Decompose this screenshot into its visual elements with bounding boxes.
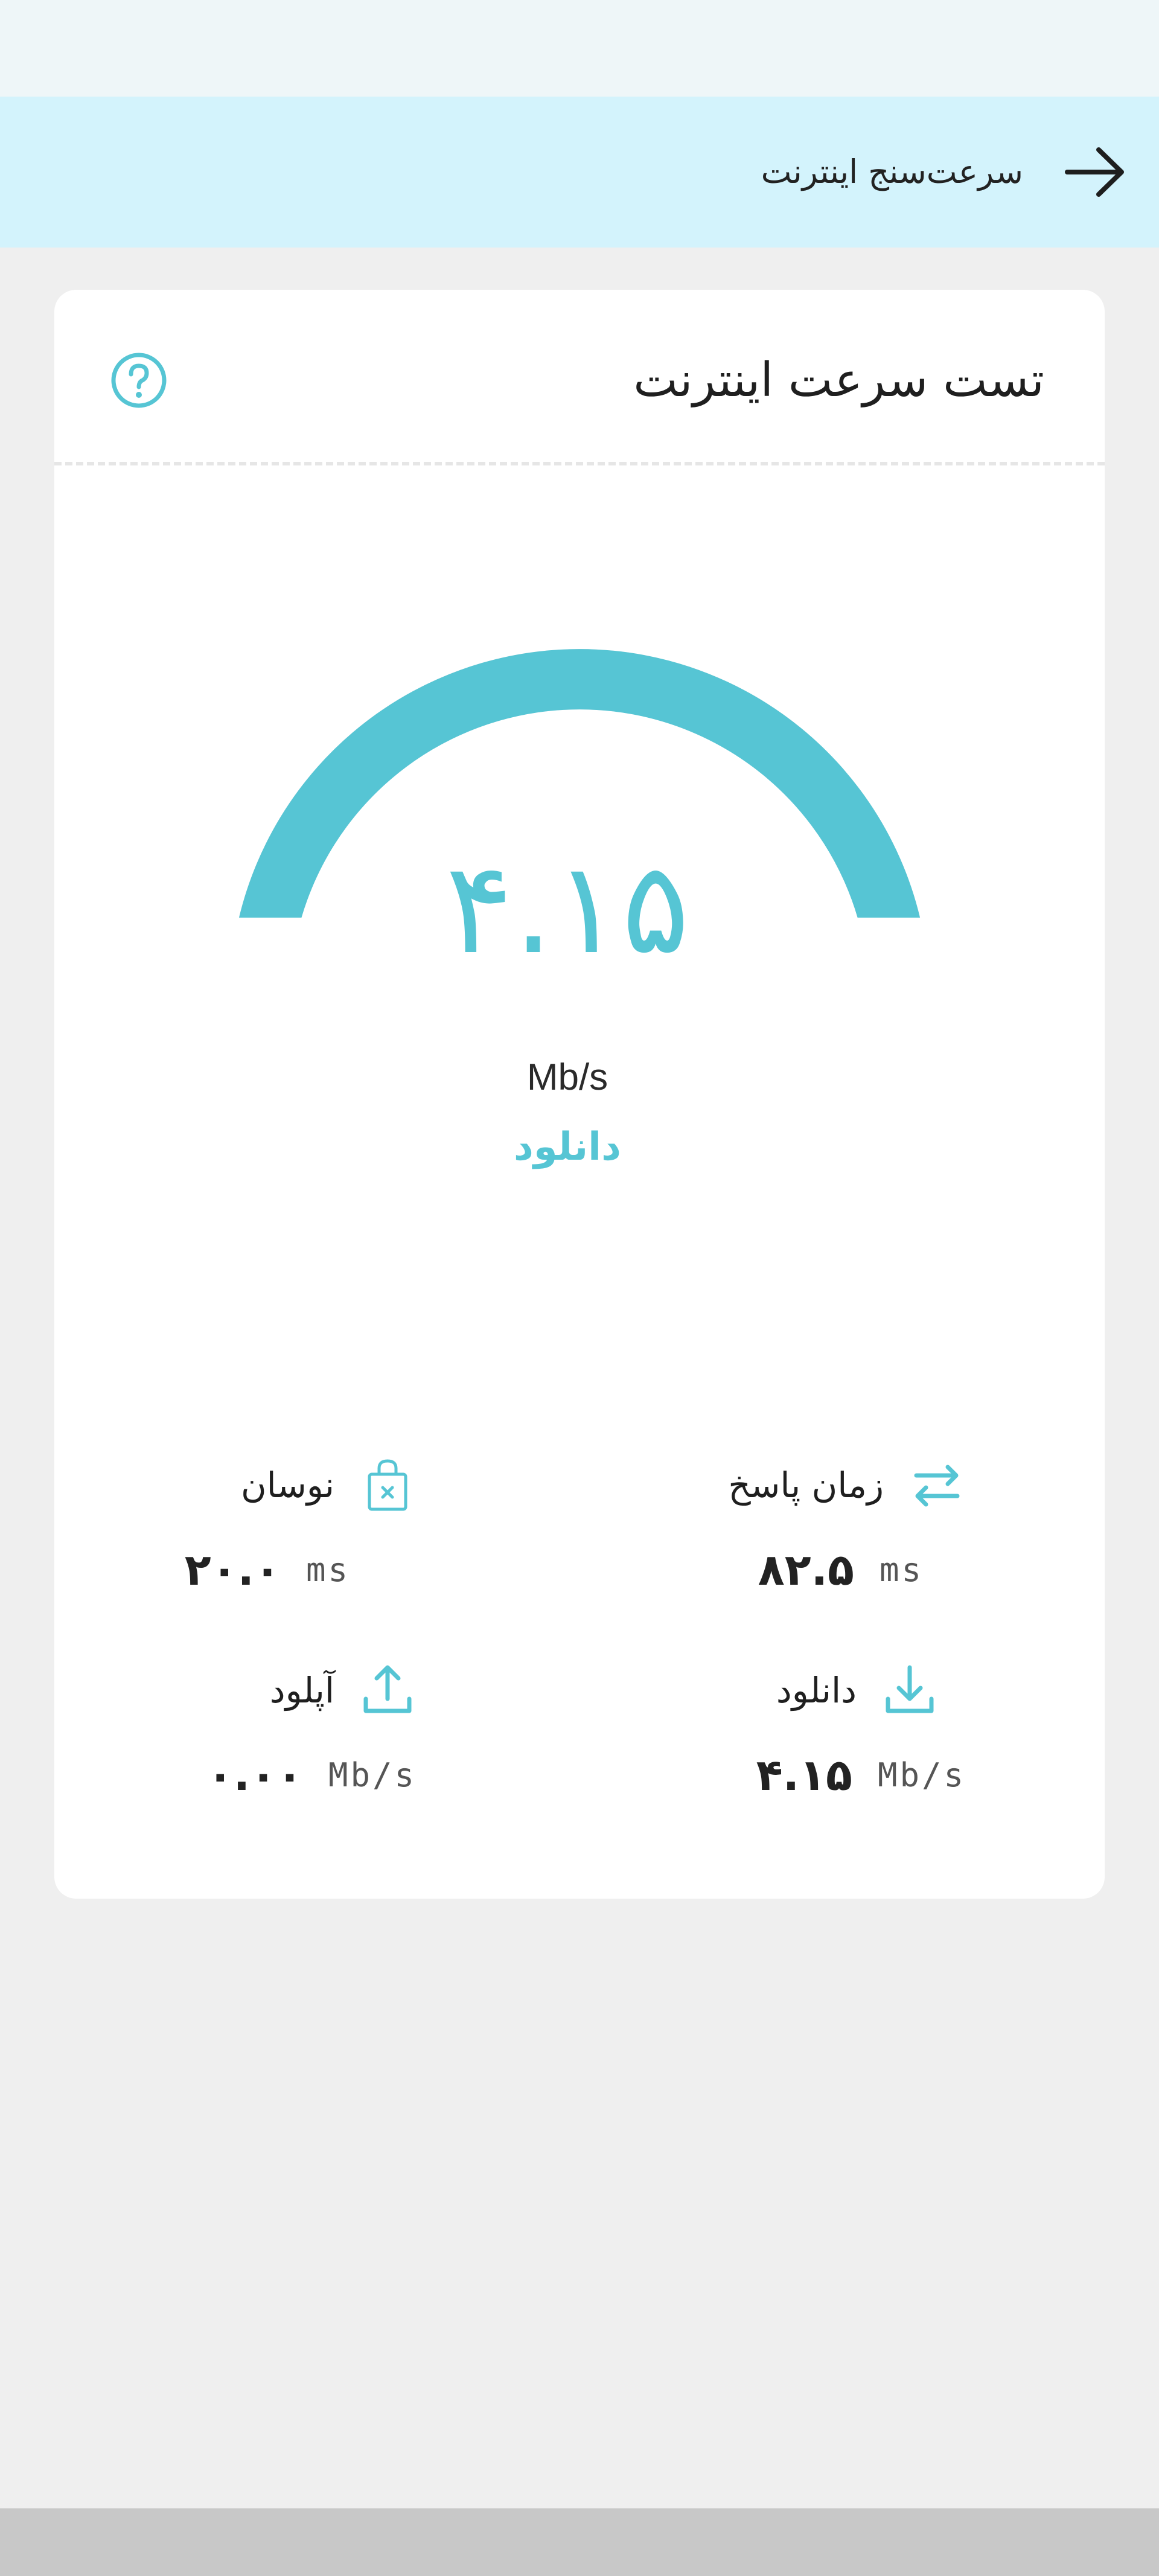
upload-icon	[359, 1661, 417, 1719]
latency-value: ۸۲.۵	[758, 1544, 854, 1595]
jitter-value: ۲۰.۰	[184, 1544, 281, 1595]
gauge-unit: Mb/s	[526, 1056, 608, 1098]
help-button[interactable]	[109, 350, 169, 411]
latency-label: زمان پاسخ	[728, 1465, 884, 1506]
question-circle-icon	[111, 353, 167, 408]
arrow-right-icon	[1065, 147, 1124, 197]
stat-latency: زمان پاسخ ms ۸۲.۵	[543, 1452, 966, 1627]
upload-value: ۰.۰۰	[206, 1750, 303, 1800]
swap-arrows-icon	[908, 1456, 966, 1514]
download-unit: Mb/s	[877, 1756, 966, 1794]
page-title: سرعت‌سنج اینترنت	[761, 153, 1023, 191]
download-value: ۴.۱۵	[756, 1750, 852, 1800]
jitter-unit: ms	[305, 1550, 350, 1589]
back-button[interactable]	[1059, 136, 1132, 208]
status-bar	[0, 0, 1159, 97]
stat-download: دانلود Mb/s ۴.۱۵	[543, 1657, 966, 1832]
stat-upload: آپلود Mb/s ۰.۰۰	[0, 1657, 417, 1832]
jitter-label: نوسان	[241, 1465, 334, 1506]
upload-label: آپلود	[269, 1670, 334, 1711]
speed-gauge	[239, 649, 921, 918]
gauge-value: ۴.۱۵	[445, 834, 690, 982]
download-icon	[881, 1661, 939, 1719]
download-label: دانلود	[776, 1670, 857, 1711]
bag-x-icon	[359, 1456, 417, 1514]
navigation-bar	[0, 2508, 1159, 2576]
latency-unit: ms	[879, 1550, 924, 1589]
gauge-label: دانلود	[514, 1125, 621, 1169]
stat-jitter: نوسان ms ۲۰.۰	[0, 1452, 417, 1627]
upload-unit: Mb/s	[328, 1756, 417, 1794]
